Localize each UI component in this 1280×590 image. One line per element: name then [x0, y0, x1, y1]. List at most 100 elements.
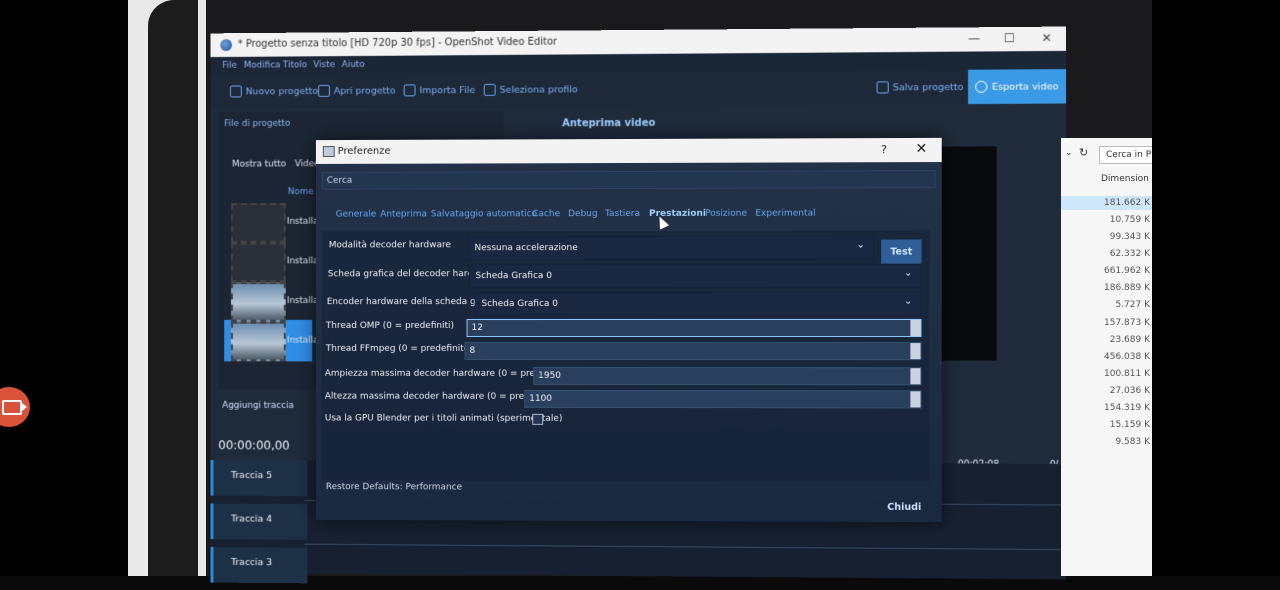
track-header-3[interactable]: Traccia 3 [211, 547, 308, 583]
file-thumbnail[interactable] [231, 322, 286, 362]
file-size: 27.036 K [1110, 386, 1150, 396]
files-filter-row: Mostra tutto Video [232, 159, 320, 169]
blender-gpu-label: Usa la GPU Blender per i titoli animati … [325, 414, 563, 424]
track-label: Traccia 5 [231, 470, 272, 481]
window-title: * Progetto senza titolo [HD 720p 30 fps]… [238, 37, 557, 50]
select-profile-button[interactable]: Seleziona profilo [484, 83, 578, 96]
tab-generale[interactable]: Generale [336, 210, 377, 220]
blender-gpu-checkbox[interactable] [532, 414, 543, 425]
spin-arrows-icon[interactable] [910, 343, 920, 359]
tab-tastiera[interactable]: Tastiera [605, 209, 640, 219]
preferences-search-input[interactable]: Cerca [322, 170, 936, 190]
encoder-card-value: Scheda Grafica 0 [481, 299, 558, 309]
export-icon [976, 81, 988, 93]
track-header-5[interactable]: Traccia 5 [211, 460, 308, 496]
import-files-button[interactable]: Importa File [404, 84, 475, 96]
tab-cache[interactable]: Cache [532, 209, 560, 219]
chevron-down-icon: ⌄ [904, 296, 912, 307]
decoder-mode-select[interactable]: Nessuna accelerazione ⌄ [468, 236, 875, 261]
new-project-icon [230, 86, 242, 98]
decoder-card-value: Scheda Grafica 0 [475, 271, 552, 281]
menu-aiuto[interactable]: Aiuto [342, 60, 365, 70]
save-icon [877, 81, 889, 93]
save-project-button[interactable]: Salva progetto [877, 81, 964, 94]
tab-debug[interactable]: Debug [568, 209, 598, 219]
restore-defaults-button[interactable]: Restore Defaults: Performance [326, 482, 462, 492]
open-project-label: Apri progetto [334, 85, 396, 96]
filter-all-button[interactable]: Mostra tutto [232, 159, 286, 169]
decoder-mode-value: Nessuna accelerazione [474, 243, 577, 253]
omp-threads-value: 12 [472, 323, 483, 333]
decoder-card-select[interactable]: Scheda Grafica 0 ⌄ [469, 264, 922, 288]
tab-posizione[interactable]: Posizione [705, 209, 747, 219]
ffmpeg-threads-input[interactable]: 8 [465, 342, 922, 360]
file-size: 5.727 K [1115, 300, 1150, 310]
video-camera-icon [2, 400, 22, 415]
export-video-button[interactable]: Esporta video [968, 69, 1066, 104]
preview-title: Anteprima video [562, 118, 655, 129]
new-project-button[interactable]: Nuovo progetto [230, 85, 318, 97]
track-header-4[interactable]: Traccia 4 [211, 504, 308, 540]
tab-project-files[interactable]: File di progetto [224, 119, 290, 129]
close-dialog-button[interactable]: ✕ [915, 141, 927, 157]
max-height-value: 1100 [529, 394, 552, 404]
encoder-card-select[interactable]: Scheda Grafica 0 ⌄ [474, 292, 921, 316]
preferences-dialog: Preferenze ? ✕ Cerca Generale Anteprima … [316, 138, 942, 522]
explorer-search-input[interactable]: Cerca in P [1099, 146, 1160, 164]
minimize-button[interactable]: — [968, 31, 980, 45]
track-divider [304, 544, 1066, 550]
export-video-label: Esporta video [992, 81, 1059, 93]
menu-modifica[interactable]: Modifica [244, 61, 281, 71]
menu-file[interactable]: File [222, 61, 237, 71]
omp-threads-label: Thread OMP (0 = predefiniti) [326, 321, 454, 331]
file-size: 181.662 K [1104, 198, 1150, 208]
spin-arrows-icon[interactable] [910, 391, 920, 407]
tab-salvataggio-automatico[interactable]: Salvataggio automatico [431, 209, 537, 219]
file-size: 9.583 K [1115, 437, 1150, 447]
file-size: 661.962 K [1104, 266, 1150, 276]
max-width-value: 1950 [538, 371, 561, 381]
file-size: 23.689 K [1110, 335, 1150, 345]
add-track-button[interactable]: Aggiungi traccia [222, 401, 294, 411]
maximize-button[interactable]: ☐ [1004, 31, 1015, 45]
import-files-label: Importa File [419, 85, 475, 96]
profile-icon [484, 84, 496, 96]
openshot-logo-icon [220, 39, 232, 51]
size-column-header[interactable]: Dimension [1101, 174, 1149, 184]
menu-titolo[interactable]: Titolo [283, 60, 307, 70]
file-thumbnail[interactable] [231, 282, 286, 322]
decoder-mode-label: Modalità decoder hardware [329, 240, 451, 250]
folder-icon [318, 85, 330, 97]
screen-record-button[interactable] [0, 387, 30, 427]
menu-viste[interactable]: Viste [313, 60, 335, 70]
help-button[interactable]: ? [881, 143, 887, 156]
spin-arrows-icon[interactable] [910, 320, 920, 336]
ffmpeg-threads-value: 8 [470, 346, 476, 356]
chevron-down-icon[interactable]: ⌄ [1065, 148, 1073, 158]
omp-threads-input[interactable]: 12 [467, 319, 922, 337]
file-size: 157.873 K [1104, 318, 1150, 328]
close-button[interactable]: Chiudi [887, 502, 921, 513]
laptop-bezel-edge [148, 0, 198, 576]
timecode-display: 00:00:00,00 [218, 438, 289, 452]
tab-experimental[interactable]: Experimental [755, 209, 815, 219]
ffmpeg-threads-label: Thread FFmpeg (0 = predefinito) [326, 344, 473, 354]
spin-arrows-icon[interactable] [910, 368, 920, 384]
test-button[interactable]: Test [881, 240, 921, 264]
tab-anteprima[interactable]: Anteprima [380, 209, 427, 219]
phone-frame-left [0, 0, 128, 576]
column-name-header[interactable]: Nome [288, 187, 314, 197]
chevron-down-icon: ⌄ [857, 240, 865, 251]
dialog-titlebar: Preferenze ? ✕ [316, 138, 942, 164]
file-thumbnail[interactable] [231, 243, 286, 283]
file-size: 99.343 K [1110, 232, 1150, 242]
file-thumbnail[interactable] [231, 203, 286, 243]
file-size: 10.759 K [1110, 215, 1150, 225]
open-project-button[interactable]: Apri progetto [318, 85, 395, 97]
select-profile-label: Seleziona profilo [500, 84, 578, 95]
chevron-down-icon: ⌄ [904, 268, 912, 279]
refresh-icon[interactable]: ↻ [1079, 146, 1088, 159]
close-window-button[interactable]: ✕ [1042, 31, 1052, 45]
max-height-input[interactable]: 1100 [524, 390, 921, 409]
max-width-input[interactable]: 1950 [533, 367, 921, 385]
